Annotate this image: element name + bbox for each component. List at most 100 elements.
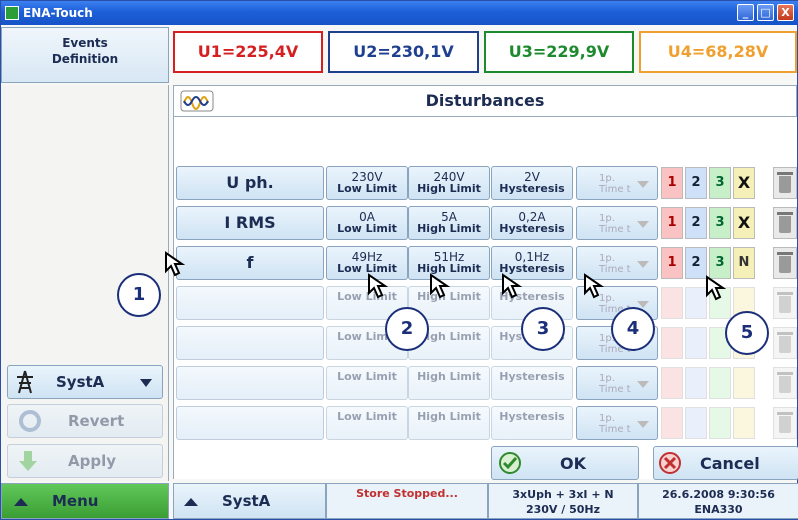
trash-icon[interactable] [773, 247, 797, 279]
row-label-button[interactable] [176, 366, 324, 400]
high-limit-label: High Limit [417, 370, 481, 383]
high-limit-button[interactable]: 5A High Limit [408, 206, 490, 240]
trash-icon[interactable] [773, 367, 797, 399]
high-limit-button[interactable]: 240V High Limit [408, 166, 490, 200]
time-select[interactable]: 1p. Time t [576, 406, 658, 440]
voltage-u4: U4=68,28V [639, 31, 797, 73]
voltage-u2: U2=230,1V [328, 31, 479, 73]
datetime: 26.6.2008 9:30:56 [662, 488, 775, 501]
callout-5: 5 [725, 311, 769, 355]
low-limit-button[interactable]: Low Limit [326, 366, 408, 400]
time-select[interactable]: 1p. Time t [576, 206, 658, 240]
high-limit-label: High Limit [417, 182, 481, 195]
hysteresis-label: Hysteresis [499, 410, 565, 423]
voltage-u1: U1=225,4V [173, 31, 323, 73]
phase-toggle-2[interactable]: 2 [685, 207, 707, 239]
hysteresis-button[interactable]: 2V Hysteresis [491, 166, 573, 200]
high-limit-button[interactable]: High Limit [408, 406, 490, 440]
trash-icon[interactable] [773, 327, 797, 359]
low-limit-label: Low Limit [337, 182, 397, 195]
phase-toggle-3[interactable]: 3 [709, 207, 731, 239]
system-label: SystA [222, 492, 271, 510]
row-label-button[interactable] [176, 326, 324, 360]
trash-icon[interactable] [773, 167, 797, 199]
hysteresis-label: Hysteresis [499, 182, 565, 195]
apply-button[interactable]: Apply [7, 444, 163, 478]
trash-icon[interactable] [773, 287, 797, 319]
phase-toggle-4[interactable]: X [733, 207, 755, 239]
phase-toggle-2[interactable] [685, 407, 707, 439]
chevron-down-icon [637, 381, 649, 388]
callout-4: 4 [611, 307, 655, 351]
phase-toggle-4[interactable]: N [733, 247, 755, 279]
hysteresis-label: Hysteresis [499, 370, 565, 383]
low-limit-label: Low Limit [337, 370, 397, 383]
row-label-button[interactable]: U ph. [176, 166, 324, 200]
minimize-button[interactable]: _ [737, 4, 754, 21]
arrow-down-icon [19, 451, 37, 471]
high-limit-button[interactable]: High Limit [408, 366, 490, 400]
phase-toggle-2[interactable] [685, 327, 707, 359]
system-menu-button[interactable]: SystA [173, 483, 326, 519]
phase-toggle-1[interactable] [661, 367, 683, 399]
phase-toggle-3[interactable] [709, 367, 731, 399]
phase-toggle-3[interactable] [709, 407, 731, 439]
maximize-button[interactable]: □ [757, 4, 774, 21]
pointer-cursor-icon [430, 273, 451, 299]
device-name: ENA330 [694, 503, 743, 516]
trash-icon[interactable] [773, 407, 797, 439]
phase-toggle-4[interactable] [733, 367, 755, 399]
low-limit-button[interactable]: Low Limit [326, 406, 408, 440]
trash-icon[interactable] [773, 207, 797, 239]
connection-info: 3xUph + 3xI + N 230V / 50Hz [488, 483, 638, 519]
phase-toggle-2[interactable]: 2 [685, 167, 707, 199]
ok-button[interactable]: OK [491, 446, 639, 480]
pointer-cursor-icon [368, 273, 389, 299]
hysteresis-button[interactable]: Hysteresis [491, 406, 573, 440]
pointer-cursor-icon [584, 273, 605, 299]
system-select-value: SystA [56, 373, 105, 391]
row-label-button[interactable]: f [176, 246, 324, 280]
phase-toggle-1[interactable]: 1 [661, 167, 683, 199]
pointer-cursor-icon [502, 273, 523, 299]
chevron-down-icon [637, 221, 649, 228]
row-label-button[interactable]: I RMS [176, 206, 324, 240]
revert-button[interactable]: Revert [7, 404, 163, 438]
events-definition-tab[interactable]: Events Definition [1, 27, 169, 83]
revert-label: Revert [68, 412, 125, 430]
phase-toggle-1[interactable] [661, 407, 683, 439]
time-select[interactable]: 1p. Time t [576, 166, 658, 200]
high-limit-label: High Limit [417, 410, 481, 423]
menu-button[interactable]: Menu [1, 483, 169, 519]
store-status: Store Stopped... [326, 483, 488, 519]
nominal-values: 230V / 50Hz [525, 503, 601, 516]
hysteresis-button[interactable]: 0,2A Hysteresis [491, 206, 573, 240]
window-title: ENA-Touch [23, 6, 93, 20]
row-label-button[interactable] [176, 406, 324, 440]
phase-toggle-1[interactable]: 1 [661, 207, 683, 239]
phase-toggle-3[interactable]: 3 [709, 167, 731, 199]
phase-toggle-2[interactable] [685, 367, 707, 399]
system-select[interactable]: SystA [7, 365, 163, 399]
callout-3: 3 [521, 307, 565, 351]
panel-title: Disturbances [425, 91, 545, 110]
cancel-label: Cancel [700, 453, 760, 473]
low-limit-button[interactable]: 0A Low Limit [326, 206, 408, 240]
phase-toggle-4[interactable] [733, 407, 755, 439]
phase-toggle-1[interactable]: 1 [661, 247, 683, 279]
callout-1: 1 [117, 273, 161, 317]
time-select[interactable]: 1p. Time t [576, 366, 658, 400]
phase-toggle-1[interactable] [661, 287, 683, 319]
phase-toggle-2[interactable] [685, 287, 707, 319]
close-button[interactable]: X [777, 4, 794, 21]
pointer-cursor-icon [706, 275, 727, 301]
cancel-button[interactable]: Cancel [653, 446, 798, 480]
panel-header: Disturbances [173, 85, 797, 117]
low-limit-button[interactable]: 230V Low Limit [326, 166, 408, 200]
phase-toggle-1[interactable] [661, 327, 683, 359]
row-label-button[interactable] [176, 286, 324, 320]
hysteresis-button[interactable]: Hysteresis [491, 366, 573, 400]
phase-toggle-4[interactable]: X [733, 167, 755, 199]
phase-toggle-2[interactable]: 2 [685, 247, 707, 279]
pylon-icon [17, 370, 33, 394]
